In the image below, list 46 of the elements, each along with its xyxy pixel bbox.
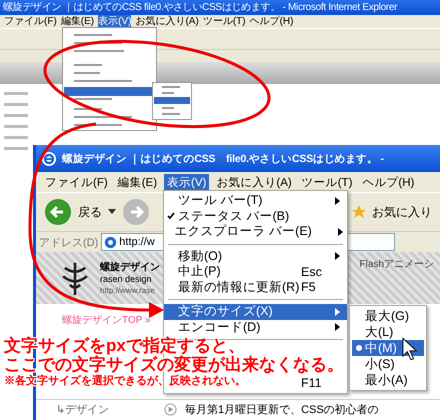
menu-item[interactable]: 最大(G) <box>352 308 424 324</box>
back-label[interactable]: 戻る <box>78 204 102 220</box>
menu-item[interactable]: エクスプローラ バー(E) <box>164 224 347 240</box>
logo-subtitle: rasen design <box>100 274 153 284</box>
menu-item[interactable]: ヘルプ(H) <box>250 15 294 28</box>
window-title: 螺旋デザイン ｜はじめてのCSS file0.やさしいCSSはじめます。 - <box>62 152 384 166</box>
menu-item[interactable]: 大(L) <box>352 324 424 340</box>
menu-item[interactable]: エンコード(D) <box>164 320 347 335</box>
menu-item[interactable]: 小(S) <box>352 356 424 372</box>
body-text: 毎月第1月曜日更新で、CSSの初心者の <box>185 402 379 417</box>
menu-shortcut[interactable]: F11 <box>301 376 335 390</box>
window-title: 螺旋デザイン ｜はじめてのCSS file0.やさしいCSSはじめます。 - Microsoft Internet Explorer <box>0 0 440 15</box>
logo-title: 螺旋デザイン <box>100 260 160 274</box>
menu-item[interactable]: お気に入り(A) <box>213 174 295 190</box>
address-label: アドレス(D) <box>39 236 98 250</box>
menu-item[interactable]: 編集(E) <box>60 15 94 28</box>
menu-item[interactable]: お気に入り(A) <box>135 15 199 28</box>
menu-item[interactable]: ヘルプ(H) <box>359 174 418 190</box>
nav-link[interactable]: Flashアニメーシ <box>360 257 434 271</box>
menu-item[interactable]: 編集(E) <box>114 174 160 190</box>
favorites-label[interactable]: お気に入り <box>372 204 432 220</box>
play-icon[interactable] <box>164 403 177 416</box>
menu-item[interactable]: ファイル(F) <box>4 15 57 28</box>
menu-item[interactable]: 最新の情報に更新(R)F5 <box>164 280 347 295</box>
back-icon[interactable] <box>44 198 72 226</box>
menu-item[interactable]: ツール(T) <box>202 15 246 28</box>
caret-icon[interactable] <box>108 209 116 215</box>
menu-item[interactable]: ツール(T) <box>298 174 356 190</box>
menu-item[interactable]: 文字のサイズ(X) <box>164 304 347 320</box>
cursor-icon <box>402 337 418 361</box>
star-icon[interactable] <box>352 205 366 219</box>
radio-dot-icon <box>356 345 362 351</box>
submenu-drawing <box>152 82 192 120</box>
menu-item[interactable]: ファイル(F) <box>42 174 111 190</box>
forward-icon[interactable] <box>122 198 150 226</box>
menu-item[interactable]: 表示(V) <box>98 15 132 28</box>
sidebar-item[interactable]: ↳デザイン <box>56 402 156 417</box>
menu-item[interactable]: 表示(V) <box>164 174 210 190</box>
logo-url: http://www.rase <box>100 284 156 296</box>
menu-item[interactable]: 最小(A) <box>352 372 424 388</box>
menu-item[interactable]: ツール バー(T) <box>164 193 347 208</box>
menu-item[interactable]: 中止(P) Esc <box>164 264 347 280</box>
browser-icon <box>41 150 57 166</box>
menu-item[interactable]: 移動(O) <box>164 248 347 264</box>
page-icon <box>104 236 118 248</box>
menu-item[interactable]: ステータス バー(B) <box>164 208 347 224</box>
